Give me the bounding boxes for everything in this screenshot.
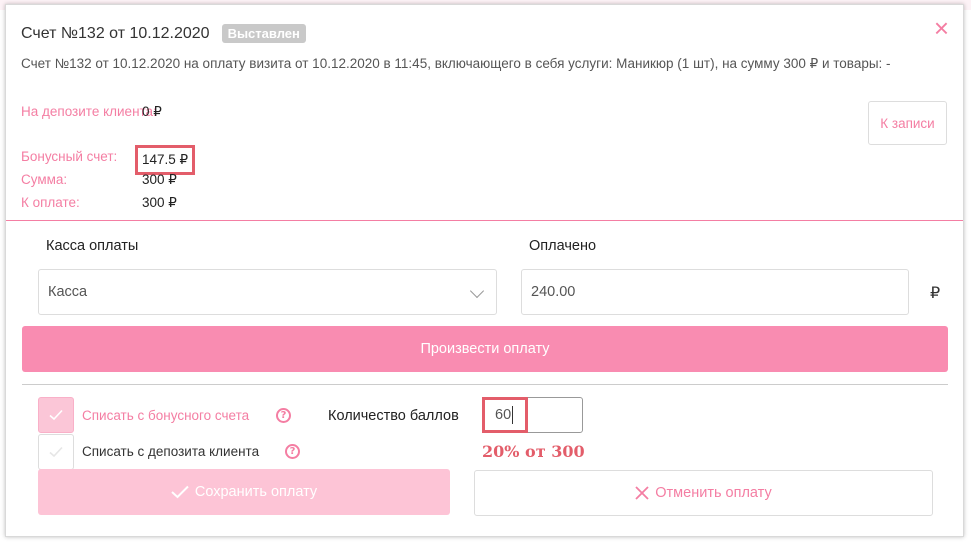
modal-title: Счет №132 от 10.12.2020 <box>21 24 210 42</box>
section-divider <box>6 220 963 221</box>
question-circle-icon[interactable]: ? <box>285 444 300 459</box>
bonus-label: Бонусный счет: <box>21 149 118 164</box>
bonus-checkbox[interactable] <box>38 397 74 433</box>
check-icon <box>49 446 63 458</box>
make-payment-button[interactable]: Произвести оплату <box>22 326 948 372</box>
modal-header: Счет №132 от 10.12.2020 Выставлен <box>21 24 306 43</box>
save-payment-label: Сохранить оплату <box>194 484 318 500</box>
cancel-payment-button[interactable]: Отменить оплату <box>474 470 933 516</box>
sum-label: Сумма: <box>21 172 68 187</box>
cashbox-select[interactable]: Касса <box>38 269 497 315</box>
annotation-note: 20% от 300 <box>482 442 585 461</box>
paid-amount-input[interactable]: 240.00 <box>521 269 909 315</box>
invoice-modal: Счет №132 от 10.12.2020 Выставлен × Счет… <box>5 4 964 537</box>
check-icon <box>49 409 63 421</box>
deposit-value: 0 ₽ <box>142 104 162 119</box>
to-record-button[interactable]: К записи <box>868 101 947 145</box>
deposit-checkbox[interactable] <box>38 434 74 470</box>
check-icon <box>171 485 189 499</box>
cashbox-selected-value: Касса <box>48 284 88 300</box>
bonus-value: 147.5 ₽ <box>134 145 196 175</box>
x-icon <box>635 486 649 500</box>
chevron-down-icon <box>469 283 485 299</box>
text-caret <box>512 406 514 424</box>
cancel-payment-label: Отменить оплату <box>655 485 772 501</box>
deposit-checkbox-label[interactable]: Списать с депозита клиента <box>82 444 259 459</box>
cashbox-label: Касса оплаты <box>46 238 139 254</box>
currency-sign: ₽ <box>930 285 941 302</box>
deposit-label: На депозите клиента: <box>21 104 157 119</box>
close-icon[interactable]: × <box>934 15 949 41</box>
save-payment-button[interactable]: Сохранить оплату <box>38 469 450 515</box>
status-badge: Выставлен <box>221 24 306 43</box>
question-circle-icon[interactable]: ? <box>276 408 291 423</box>
points-value: 60 <box>495 407 512 423</box>
bonus-checkbox-label[interactable]: Списать с бонусного счета <box>82 408 249 423</box>
options-divider <box>22 384 948 385</box>
to-pay-value: 300 ₽ <box>142 195 177 210</box>
to-pay-label: К оплате: <box>21 195 80 210</box>
sum-value: 300 ₽ <box>142 172 177 187</box>
points-label: Количество баллов <box>328 408 459 424</box>
invoice-description: Счет №132 от 10.12.2020 на оплату визита… <box>21 56 891 71</box>
points-input-value[interactable]: 60 <box>482 397 528 433</box>
paid-label: Оплачено <box>529 238 597 254</box>
